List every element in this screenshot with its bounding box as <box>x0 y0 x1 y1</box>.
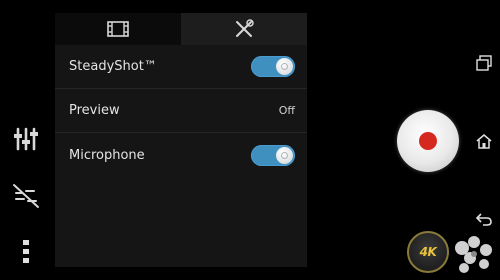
toggle-knob <box>276 58 293 75</box>
watermark-logo <box>455 236 492 273</box>
settings-tabs <box>55 13 307 45</box>
setting-row-microphone[interactable]: Microphone <box>55 133 307 177</box>
video-camera-icon <box>107 21 129 37</box>
record-dot-icon <box>419 132 437 150</box>
flash-button[interactable] <box>8 178 44 214</box>
toggle-knob <box>276 146 293 164</box>
setting-label: SteadyShot™ <box>69 59 157 74</box>
setting-row-preview[interactable]: Preview Off <box>55 89 307 133</box>
setting-row-steadyshot[interactable]: SteadyShot™ <box>55 45 307 89</box>
4k-mode-button[interactable]: 4K <box>407 231 449 273</box>
setting-label: Preview <box>69 103 120 118</box>
adjust-settings-button[interactable] <box>8 121 44 157</box>
record-button[interactable] <box>397 110 459 172</box>
video-settings-panel: SteadyShot™ Preview Off Microphone <box>55 13 307 267</box>
tab-video-settings[interactable] <box>55 13 181 45</box>
camera-side-controls <box>0 0 52 280</box>
nav-back-button[interactable] <box>468 203 500 235</box>
nav-home-button[interactable] <box>468 125 500 157</box>
more-options-button[interactable] <box>8 233 44 269</box>
home-icon <box>476 134 492 149</box>
tab-general-settings[interactable] <box>181 13 307 45</box>
setting-value: Off <box>278 104 295 117</box>
4k-label: 4K <box>419 245 437 259</box>
sliders-icon <box>14 127 38 151</box>
back-icon <box>475 213 492 226</box>
nav-recent-apps-button[interactable] <box>468 47 500 79</box>
microphone-toggle[interactable] <box>251 144 295 166</box>
steadyshot-toggle[interactable] <box>251 56 295 77</box>
setting-label: Microphone <box>69 147 145 163</box>
recent-apps-icon <box>476 55 492 71</box>
more-vertical-icon <box>23 240 29 263</box>
tools-icon <box>236 19 254 37</box>
flash-off-icon <box>13 184 39 208</box>
